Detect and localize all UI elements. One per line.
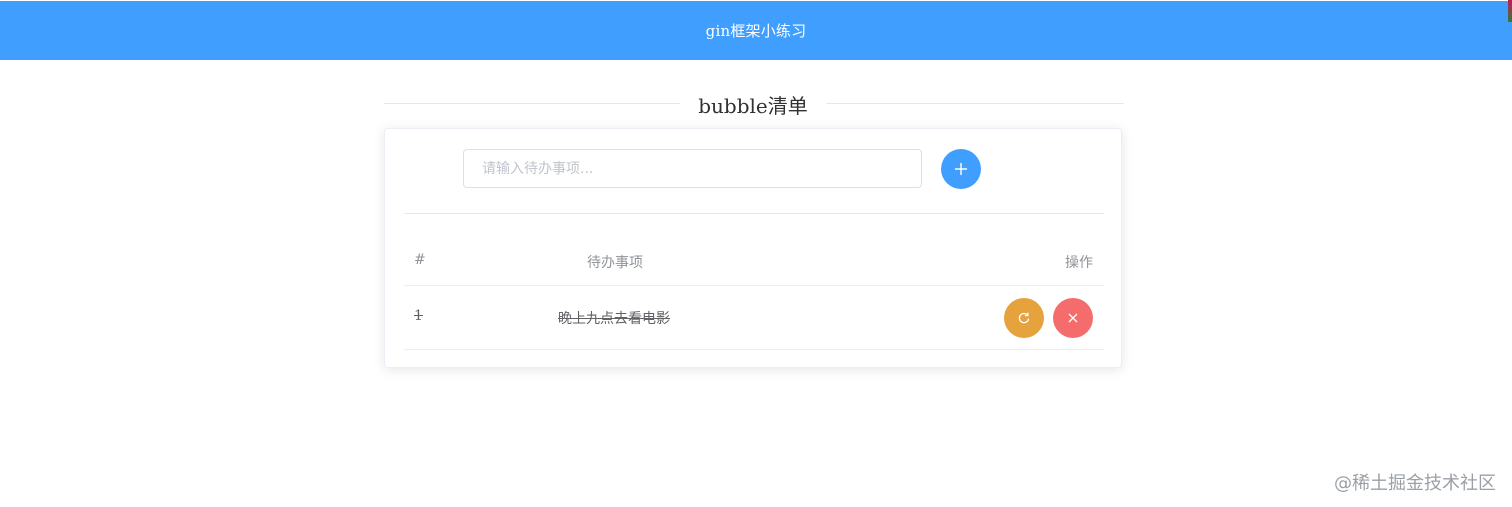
close-icon xyxy=(1068,313,1078,323)
corner-mark xyxy=(1508,0,1512,22)
undo-complete-button[interactable] xyxy=(1004,298,1044,338)
column-header-actions: 操作 xyxy=(1065,255,1093,271)
top-header: gin框架小练习 xyxy=(0,1,1512,60)
divider-line-right xyxy=(826,103,1124,104)
page: gin框架小练习 bubble清单 # 待办事项 操作 1 晚上九点去看电影 xyxy=(0,0,1512,507)
redo-icon xyxy=(1018,312,1030,324)
row-todo-title: 晚上九点去看电影 xyxy=(558,311,670,327)
add-todo-button[interactable] xyxy=(941,149,981,189)
section-title: bubble清单 xyxy=(680,90,826,119)
column-header-todo: 待办事项 xyxy=(587,255,643,271)
row-index: 1 xyxy=(414,308,423,324)
todo-card: # 待办事项 操作 1 晚上九点去看电影 xyxy=(384,128,1122,368)
app-title: gin框架小练习 xyxy=(705,22,807,40)
divider-line-left xyxy=(384,103,680,104)
section-divider: bubble清单 xyxy=(384,86,1124,122)
column-header-index: # xyxy=(414,252,426,268)
card-divider xyxy=(404,213,1104,214)
plus-icon xyxy=(955,163,967,175)
table-header: # 待办事项 操作 xyxy=(404,237,1104,286)
todo-input[interactable] xyxy=(480,159,921,178)
table-row: 1 晚上九点去看电影 xyxy=(404,286,1104,350)
watermark-text: @稀土掘金技术社区 xyxy=(1334,473,1496,494)
todo-table: # 待办事项 操作 1 晚上九点去看电影 xyxy=(404,237,1104,350)
todo-input-wrapper xyxy=(463,149,922,188)
delete-todo-button[interactable] xyxy=(1053,298,1093,338)
